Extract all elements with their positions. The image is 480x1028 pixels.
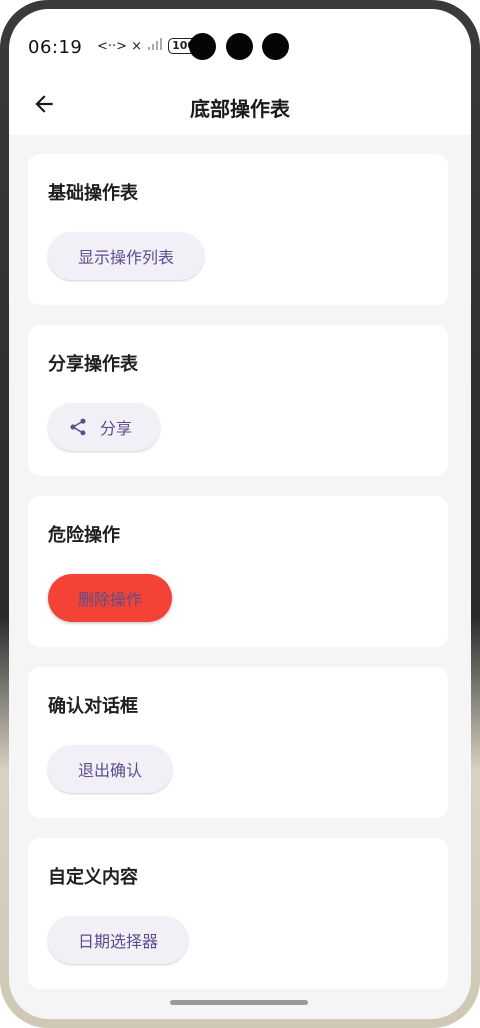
card-share-action-sheet: 分享操作表 分享 (28, 325, 448, 476)
camera-cutout-icon (189, 33, 216, 60)
content-list: 基础操作表 显示操作列表 分享操作表 分享 危险操作 删除操作 确认对话框 退出… (28, 154, 448, 1009)
status-icons: <··> × 100 (97, 38, 200, 54)
button-label: 退出确认 (78, 761, 143, 780)
card-title: 分享操作表 (48, 354, 138, 375)
phone-frame: 06:19 <··> × 100 底部操作表 基础操作表 显示操作列表 分享操作… (0, 0, 480, 1028)
card-basic-action-sheet: 基础操作表 显示操作列表 (28, 154, 448, 305)
show-action-list-button[interactable]: 显示操作列表 (48, 232, 205, 280)
screen: 06:19 <··> × 100 底部操作表 基础操作表 显示操作列表 分享操作… (9, 9, 471, 1019)
button-label: 分享 (100, 419, 133, 438)
card-title: 确认对话框 (48, 696, 138, 717)
camera-cutout-icon (262, 33, 289, 60)
card-danger-action: 危险操作 删除操作 (28, 496, 448, 647)
network-icon: <··> × (97, 38, 143, 54)
button-label: 日期选择器 (78, 932, 159, 951)
status-time: 06:19 (28, 37, 83, 58)
card-confirm-dialog: 确认对话框 退出确认 (28, 667, 448, 818)
exit-confirm-button[interactable]: 退出确认 (48, 745, 173, 793)
delete-action-button[interactable]: 删除操作 (48, 574, 173, 622)
date-picker-button[interactable]: 日期选择器 (48, 916, 189, 964)
status-bar: 06:19 <··> × 100 (9, 9, 471, 75)
camera-cutout-icon (226, 33, 253, 60)
card-title: 基础操作表 (48, 183, 138, 204)
signal-icon (148, 38, 163, 54)
card-title: 自定义内容 (48, 867, 138, 888)
button-label: 删除操作 (78, 590, 143, 609)
home-indicator[interactable] (170, 1000, 308, 1005)
share-button[interactable]: 分享 (48, 403, 161, 451)
button-label: 显示操作列表 (78, 248, 175, 267)
share-icon (70, 418, 86, 436)
card-custom-content: 自定义内容 日期选择器 (28, 838, 448, 989)
app-bar: 底部操作表 (9, 75, 471, 135)
card-title: 危险操作 (48, 525, 120, 546)
page-title: 底部操作表 (190, 97, 290, 121)
